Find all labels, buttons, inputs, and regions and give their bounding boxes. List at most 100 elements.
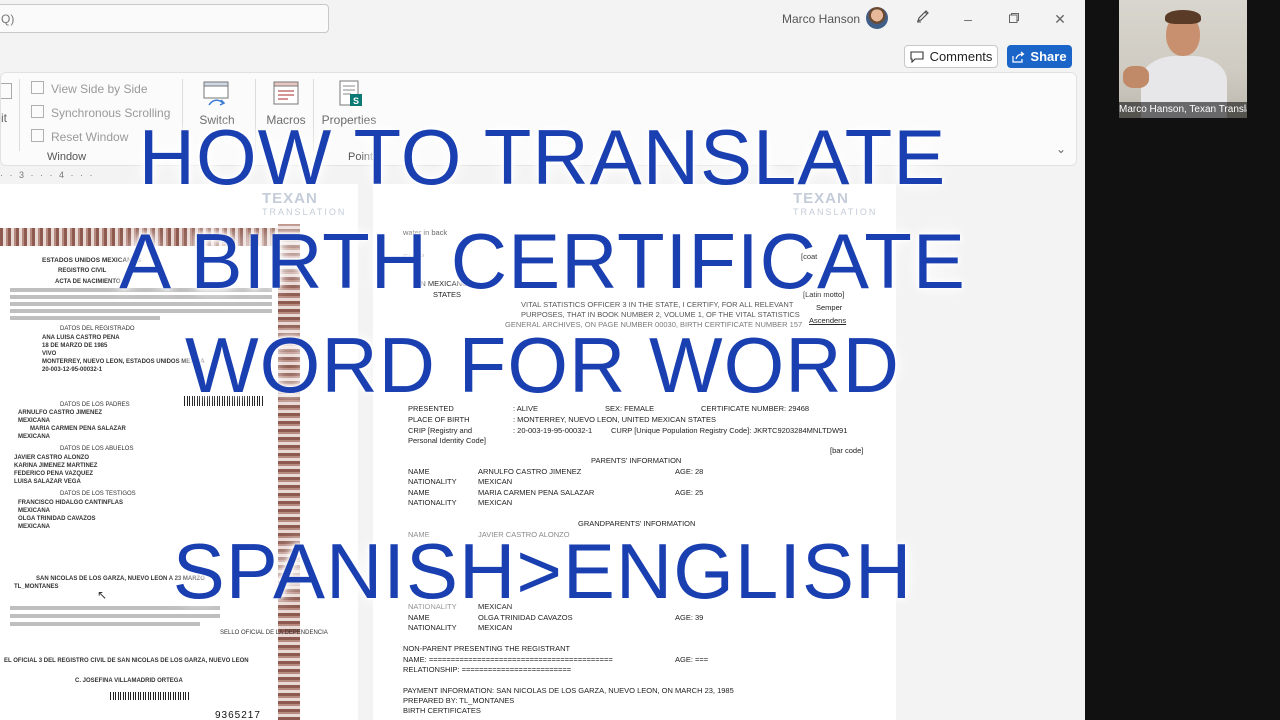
cert-line: REGISTRO CIVIL xyxy=(58,268,107,274)
doc-line: AGE: 25 xyxy=(675,488,704,497)
cert-line: C. JOSEFINA VILLAMADRID ORTEGA xyxy=(75,678,183,684)
macros-label: Macros xyxy=(266,113,306,127)
texan-translation-logo: TEXAN TRANSLATION xyxy=(262,190,346,217)
doc-line: : ALIVE xyxy=(513,404,539,413)
doc-line: NAME: ==================================… xyxy=(403,655,613,664)
cert-text-block xyxy=(10,302,272,306)
word-app-window: Q) Marco Hanson – ✕ Comments Share it Vi… xyxy=(0,0,1085,720)
view-side-by-side-button[interactable]: View Side by Side xyxy=(31,81,148,96)
reset-window-label: Reset Window xyxy=(51,130,129,144)
switch-windows-button[interactable]: Switch xyxy=(197,79,237,127)
doc-line: NAME xyxy=(408,488,430,497)
ruler: · · 3 · · · 4 · · · xyxy=(0,170,95,180)
cert-line: MEXICANA xyxy=(18,524,51,530)
partial-ribbon-label: it xyxy=(1,111,7,125)
ribbon-separator xyxy=(313,79,314,151)
cert-line: 20-003-12-95-00032-1 xyxy=(42,367,103,373)
translation-document-page[interactable]: TEXAN TRANSLATION water in back CURP UN … xyxy=(373,184,896,720)
doc-line: NATIONALITY xyxy=(408,623,457,632)
share-label: Share xyxy=(1030,49,1067,64)
sync-scroll-icon xyxy=(31,105,44,118)
doc-line: ARNULFO CASTRO JIMENEZ xyxy=(478,467,582,476)
close-icon[interactable]: ✕ xyxy=(1049,8,1071,30)
cert-line: DATOS DE LOS TESTIGOS xyxy=(60,491,136,497)
webcam-video: Marco Hanson, Texan Translation xyxy=(1119,0,1247,118)
minimize-icon[interactable]: – xyxy=(957,8,979,30)
doc-line: GRANDPARENTS' INFORMATION xyxy=(578,519,696,528)
switch-windows-icon xyxy=(201,79,233,109)
account-name[interactable]: Marco Hanson xyxy=(782,12,860,26)
cert-line: DATOS DE LOS PADRES xyxy=(60,402,130,408)
presenter-hair xyxy=(1165,10,1201,24)
logo-sub: TRANSLATION xyxy=(262,207,347,217)
cert-line: SAN NICOLAS DE LOS GARZA, NUEVO LEON A 2… xyxy=(36,576,205,582)
cert-line: EL OFICIAL 3 DEL REGISTRO CIVIL DE SAN N… xyxy=(4,658,249,664)
comments-button[interactable]: Comments xyxy=(904,45,998,68)
synchronous-scrolling-button[interactable]: Synchronous Scrolling xyxy=(31,105,170,120)
properties-button[interactable]: S Properties xyxy=(321,79,377,127)
pen-icon[interactable] xyxy=(912,8,934,30)
cert-line: FRANCISCO HIDALGO CANTINFLAS xyxy=(18,500,123,506)
webcam-name-label: Marco Hanson, Texan Translation xyxy=(1119,102,1247,118)
ribbon-separator xyxy=(19,79,20,151)
cert-line: DATOS DE LOS ABUELOS xyxy=(60,446,134,452)
doc-line: GENERAL ARCHIVES, ON PAGE NUMBER 00030, … xyxy=(505,320,803,329)
doc-line: NON-PARENT PRESENTING THE REGISTRANT xyxy=(403,644,571,653)
doc-line: NAME xyxy=(408,530,430,539)
cert-line: KARINA JIMENEZ MARTINEZ xyxy=(14,463,98,469)
texan-translation-logo: TEXAN TRANSLATION xyxy=(793,190,877,217)
cert-line: ACTA DE NACIMIENTO xyxy=(55,279,121,285)
macros-button[interactable]: Macros xyxy=(263,79,309,127)
cert-text-block xyxy=(10,309,272,313)
cert-text-block xyxy=(10,316,160,320)
cert-text-block xyxy=(10,606,220,610)
original-serial-number: 9365217 xyxy=(215,710,261,720)
doc-line: [Latin motto] xyxy=(803,290,845,299)
share-button[interactable]: Share xyxy=(1007,45,1072,68)
doc-line: : 20-003-19-95-00032-1 xyxy=(513,426,593,435)
original-barcode-bottom xyxy=(110,692,190,700)
cert-line: VIVO xyxy=(42,351,57,357)
ribbon-separator xyxy=(255,79,256,151)
reset-window-position-button[interactable]: Reset Window xyxy=(31,129,128,144)
macros-icon xyxy=(270,79,302,109)
cert-line: ESTADOS UNIDOS MEXICANOS xyxy=(42,257,142,264)
side-by-side-icon xyxy=(31,81,44,94)
doc-line: MARIA CARMEN PENA SALAZAR xyxy=(478,488,595,497)
logo-sub: TRANSLATION xyxy=(793,207,878,217)
doc-line: AGE: 28 xyxy=(675,467,704,476)
doc-line: BIRTH CERTIFICATES xyxy=(403,706,481,715)
cert-line: MARIA CARMEN PENA SALAZAR xyxy=(30,426,126,432)
doc-line: PREPARED BY: TL_MONTANES xyxy=(403,696,515,705)
cert-text-block xyxy=(10,622,200,626)
mouse-cursor-icon: ↖ xyxy=(97,588,108,602)
avatar[interactable] xyxy=(866,7,888,29)
cert-line: LUISA SALAZAR VEGA xyxy=(14,479,81,485)
comments-label: Comments xyxy=(929,49,993,64)
doc-line: NAME xyxy=(408,613,430,622)
doc-line: AGE: 39 xyxy=(675,613,704,622)
doc-line: CURP xyxy=(403,252,425,261)
doc-line: STATES xyxy=(433,290,462,299)
cert-text-block xyxy=(10,614,220,618)
title-bar: Q) Marco Hanson – ✕ xyxy=(0,0,1085,40)
cert-line: DATOS DEL REGISTRADO xyxy=(60,326,135,332)
search-box[interactable]: Q) xyxy=(0,4,329,33)
cert-line: MEXICANA xyxy=(18,508,51,514)
svg-text:S: S xyxy=(353,96,359,106)
original-document-page[interactable]: TEXAN TRANSLATION ESTADOS UNIDOS MEXICAN… xyxy=(0,184,358,720)
collapse-ribbon-chevron-icon[interactable]: ⌄ xyxy=(1056,142,1066,156)
doc-line: PLACE OF BIRTH xyxy=(408,415,470,424)
cert-line: FEDERICO PENA VAZQUEZ xyxy=(14,471,94,477)
cert-text-block xyxy=(10,288,272,292)
doc-line: water in back xyxy=(403,228,448,237)
cert-line: MEXICANA xyxy=(18,434,51,440)
doc-line: OLGA TRINIDAD CAVAZOS xyxy=(478,613,573,622)
doc-line: PURPOSES, THAT IN BOOK NUMBER 2, VOLUME … xyxy=(521,310,800,319)
doc-line: NATIONALITY xyxy=(408,477,457,486)
cert-line: OLGA TRINIDAD CAVAZOS xyxy=(18,516,96,522)
cert-line: JAVIER CASTRO ALONZO xyxy=(14,455,90,461)
restore-icon[interactable] xyxy=(1003,8,1025,30)
reset-window-icon xyxy=(31,129,44,142)
synchronous-scrolling-label: Synchronous Scrolling xyxy=(51,106,171,120)
